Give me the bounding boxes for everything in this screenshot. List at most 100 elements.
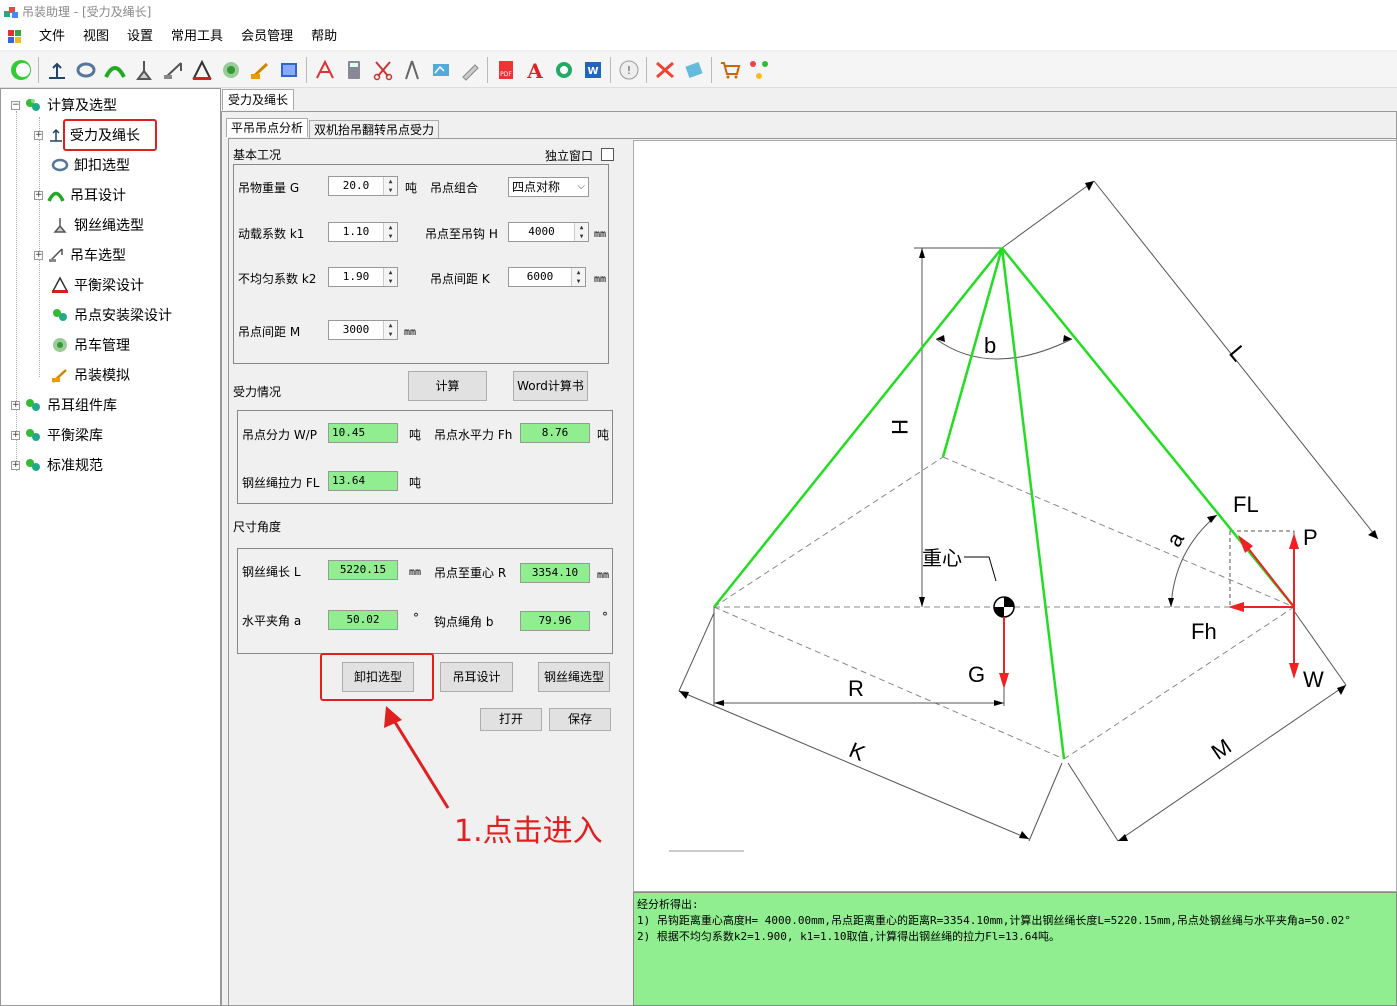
- tree-item-crane-manage[interactable]: 吊车管理: [51, 334, 130, 356]
- collapse-icon[interactable]: −: [11, 100, 20, 110]
- rope-select-button[interactable]: 钢丝绳选型: [538, 662, 610, 692]
- scissors-icon[interactable]: [371, 58, 395, 82]
- calculator-icon[interactable]: [342, 58, 366, 82]
- system-menu-icon[interactable]: [8, 30, 22, 44]
- calc-button[interactable]: 计算: [408, 371, 487, 401]
- balance-beam-icon: [51, 276, 69, 293]
- shackle-icon[interactable]: [74, 58, 98, 82]
- text-tool-icon[interactable]: A: [523, 58, 547, 82]
- word-icon[interactable]: W: [581, 58, 605, 82]
- gravity-center-marker: [964, 556, 1015, 618]
- info-icon[interactable]: !: [617, 58, 641, 82]
- expand-icon[interactable]: +: [11, 460, 20, 470]
- cart-icon[interactable]: [718, 58, 742, 82]
- tree-item-rope[interactable]: 钢丝绳选型: [51, 214, 144, 236]
- lug-icon[interactable]: [103, 58, 127, 82]
- tree-item-lug[interactable]: + 吊耳设计: [34, 184, 126, 206]
- tree-item-standards[interactable]: + 标准规范: [11, 454, 103, 476]
- k-value: 6000: [526, 270, 554, 283]
- simulation-icon[interactable]: [277, 58, 301, 82]
- blueprint-icon[interactable]: [429, 58, 453, 82]
- tools-icon[interactable]: [653, 58, 677, 82]
- menu-file[interactable]: 文件: [30, 24, 74, 50]
- fl-label: 钢丝绳拉力 FL: [242, 476, 320, 490]
- spin-down-icon[interactable]: ▼: [384, 232, 397, 241]
- combo-select[interactable]: 四点对称 ⌵: [508, 177, 589, 197]
- m-stepper[interactable]: 3000 ▲ ▼: [328, 320, 398, 340]
- crane-manage-icon[interactable]: [248, 58, 272, 82]
- save-button[interactable]: 保存: [549, 708, 611, 731]
- tree-item-mount-beam[interactable]: 吊点安装梁设计: [51, 304, 172, 326]
- result-text-box[interactable]: 经分析得出: 1) 吊钩距离重心高度H= 4000.00mm,吊点距离重心的距离…: [633, 892, 1397, 1006]
- lug-icon: [47, 191, 65, 202]
- menu-settings[interactable]: 设置: [118, 24, 162, 50]
- spin-up-icon[interactable]: ▲: [384, 177, 397, 186]
- tree-item-balance-beam[interactable]: 平衡梁设计: [51, 274, 144, 296]
- k2-stepper[interactable]: 1.90 ▲ ▼: [328, 267, 398, 287]
- tree-item-calc[interactable]: − 计算及选型: [11, 94, 117, 116]
- menu-member[interactable]: 会员管理: [232, 24, 302, 50]
- l-unit: mm: [409, 567, 422, 578]
- expand-icon[interactable]: +: [34, 190, 43, 200]
- tree-item-beam-library[interactable]: + 平衡梁库: [11, 424, 103, 446]
- weight-stepper[interactable]: 20.0 ▲ ▼: [328, 176, 398, 196]
- label-H: H: [887, 419, 912, 435]
- expand-icon[interactable]: +: [34, 250, 43, 260]
- note-icon[interactable]: [682, 58, 706, 82]
- spin-down-icon[interactable]: ▼: [572, 277, 585, 286]
- edit-icon[interactable]: [458, 58, 482, 82]
- spin-down-icon[interactable]: ▼: [384, 186, 397, 195]
- tree-item-lug-library[interactable]: + 吊耳组件库: [11, 394, 117, 416]
- spin-down-icon[interactable]: ▼: [575, 232, 588, 241]
- svg-text:PDF: PDF: [500, 71, 512, 78]
- compass-icon[interactable]: [400, 58, 424, 82]
- text-a-icon[interactable]: [313, 58, 337, 82]
- tab-force-rope[interactable]: 受力及绳长: [222, 89, 295, 110]
- h-stepper[interactable]: 4000 ▲ ▼: [508, 222, 589, 242]
- mount-beam-icon[interactable]: [219, 58, 243, 82]
- spin-up-icon[interactable]: ▲: [575, 223, 588, 232]
- tab-flat-lift[interactable]: 平吊吊点分析: [226, 118, 309, 137]
- tree-connector: [16, 111, 17, 471]
- spin-down-icon[interactable]: ▼: [384, 277, 397, 286]
- standalone-checkbox[interactable]: [601, 148, 614, 161]
- lifting-diagram: L H b a FL P Fh W G R K M 重心: [633, 140, 1397, 892]
- menu-tools[interactable]: 常用工具: [162, 24, 232, 50]
- force-group-title: 受力情况: [233, 385, 282, 399]
- refresh-icon[interactable]: [552, 58, 576, 82]
- rope-icon[interactable]: [132, 58, 156, 82]
- menu-view[interactable]: 视图: [74, 24, 118, 50]
- toggle-icon[interactable]: [9, 58, 33, 82]
- open-button[interactable]: 打开: [480, 708, 542, 731]
- spin-down-icon[interactable]: ▼: [384, 330, 397, 339]
- menu-help[interactable]: 帮助: [302, 24, 346, 50]
- spin-up-icon[interactable]: ▲: [572, 268, 585, 277]
- lug-design-button[interactable]: 吊耳设计: [440, 662, 513, 692]
- expand-icon[interactable]: +: [11, 400, 20, 410]
- spin-up-icon[interactable]: ▲: [384, 321, 397, 330]
- tab-dual-crane[interactable]: 双机抬吊翻转吊点受力: [309, 120, 440, 139]
- weight-value: 20.0: [342, 179, 370, 192]
- tree-item-shackle[interactable]: 卸扣选型: [51, 154, 130, 176]
- k1-stepper[interactable]: 1.10 ▲ ▼: [328, 222, 398, 242]
- r-label: 吊点至重心 R: [434, 566, 507, 580]
- pdf-icon[interactable]: PDF: [494, 58, 518, 82]
- chevron-down-icon: ⌵: [577, 181, 585, 192]
- crane-icon[interactable]: [161, 58, 185, 82]
- spin-up-icon[interactable]: ▲: [384, 223, 397, 232]
- expand-icon[interactable]: +: [34, 130, 43, 140]
- expand-icon[interactable]: +: [11, 430, 20, 440]
- standalone-label: 独立窗口: [545, 149, 594, 163]
- h-value: 4000: [528, 225, 555, 238]
- b-label: 钩点绳角 b: [434, 615, 494, 629]
- balance-beam-icon[interactable]: [190, 58, 214, 82]
- force-icon[interactable]: [45, 58, 69, 82]
- k2-label: 不均匀系数 k2: [238, 272, 317, 286]
- tree-item-crane[interactable]: + 吊车选型: [34, 244, 126, 266]
- word-report-button[interactable]: Word计算书: [513, 371, 588, 401]
- shackle-icon: [51, 158, 69, 172]
- k-stepper[interactable]: 6000 ▲ ▼: [508, 267, 586, 287]
- tree-item-simulation[interactable]: 吊装模拟: [51, 364, 130, 386]
- network-icon[interactable]: [747, 58, 771, 82]
- spin-up-icon[interactable]: ▲: [384, 268, 397, 277]
